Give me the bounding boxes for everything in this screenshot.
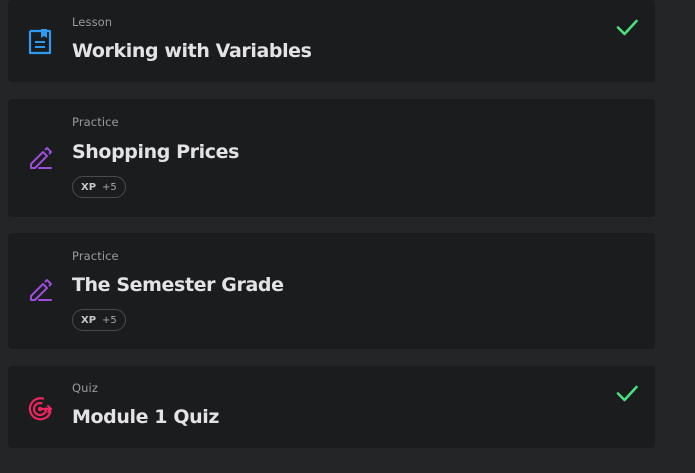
item-type-label: Lesson bbox=[72, 15, 113, 29]
xp-value: +5 bbox=[102, 181, 117, 193]
document-icon bbox=[28, 29, 52, 55]
edit-pen-icon bbox=[30, 279, 52, 301]
xp-value: +5 bbox=[102, 314, 117, 326]
target-icon bbox=[28, 397, 53, 421]
checkmark-icon bbox=[616, 19, 638, 36]
list-item-quiz[interactable]: Quiz Module 1 Quiz bbox=[8, 366, 655, 448]
list-item-practice[interactable]: Practice The Semester Grade XP +5 bbox=[8, 233, 655, 349]
item-type-label: Practice bbox=[72, 249, 119, 263]
checkmark-icon bbox=[616, 385, 638, 402]
item-type-label: Practice bbox=[72, 115, 119, 129]
xp-label: XP bbox=[81, 314, 97, 326]
item-title: Shopping Prices bbox=[72, 141, 239, 163]
edit-pen-icon bbox=[30, 147, 52, 169]
item-type-label: Quiz bbox=[72, 381, 98, 395]
item-title: The Semester Grade bbox=[72, 274, 284, 296]
xp-badge: XP +5 bbox=[72, 176, 126, 198]
module-item-list: Lesson Working with Variables Practice S… bbox=[0, 0, 695, 473]
item-title: Module 1 Quiz bbox=[72, 406, 219, 428]
xp-badge: XP +5 bbox=[72, 309, 126, 331]
xp-label: XP bbox=[81, 181, 97, 193]
list-item-lesson[interactable]: Lesson Working with Variables bbox=[8, 0, 655, 82]
item-title: Working with Variables bbox=[72, 40, 312, 62]
list-item-practice[interactable]: Practice Shopping Prices XP +5 bbox=[8, 99, 655, 217]
